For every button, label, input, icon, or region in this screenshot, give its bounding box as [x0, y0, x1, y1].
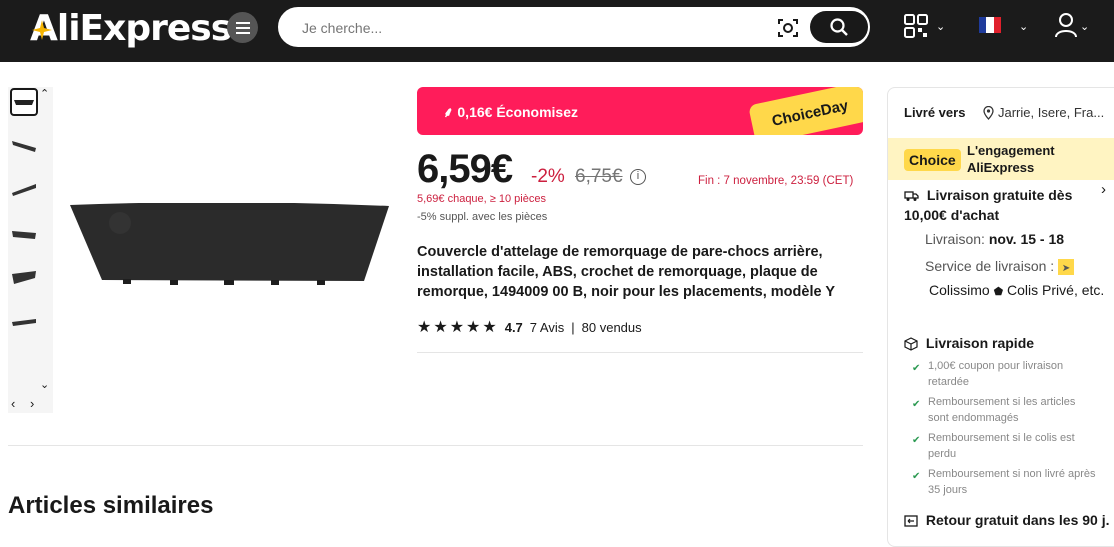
location-pin-icon — [983, 105, 994, 120]
similar-items-heading: Articles similaires — [8, 492, 214, 519]
discount-tag-icon: ⸙ — [443, 104, 458, 120]
guarantee-item: 1,00€ coupon pour livraison retardée — [928, 360, 1064, 388]
current-price: 6,59€ — [417, 147, 513, 191]
thumbnail-6[interactable] — [10, 308, 38, 336]
guarantee-item: Remboursement si le colis est perdu — [928, 432, 1075, 460]
chevron-down-icon[interactable]: ⌄ — [1019, 20, 1028, 33]
user-account-icon[interactable] — [1054, 12, 1078, 38]
search-icon — [830, 18, 848, 36]
guarantee-item: Remboursement si non livré après 35 jour… — [928, 468, 1096, 496]
star-icon: ★ — [466, 319, 481, 336]
france-flag-icon[interactable] — [979, 17, 1001, 33]
check-icon: ✔ — [912, 435, 921, 446]
search-input[interactable] — [302, 17, 742, 39]
thumbnail-5[interactable] — [10, 264, 38, 292]
logo-star-icon — [32, 20, 52, 40]
free-return-row: Retour gratuit dans les 90 j. — [904, 510, 1110, 530]
check-icon: ✔ — [912, 471, 921, 482]
rating-stars: ★ ★ ★ ★ ★ — [417, 317, 499, 337]
info-icon[interactable]: i — [630, 169, 646, 185]
discount-percent: -2% — [531, 166, 565, 187]
chevron-right-icon[interactable]: › — [30, 396, 34, 411]
rating-value: 4.7 — [504, 319, 523, 335]
hamburger-icon — [235, 21, 250, 34]
promo-text: ⸙ 0,16€ Économisez — [443, 104, 579, 120]
product-title: Couvercle d'attelage de remorquage de pa… — [417, 244, 835, 300]
bulk-price: 5,69€ chaque, ≥ 10 pièces — [417, 193, 546, 205]
thumbnail-1[interactable] — [10, 88, 38, 116]
thumbnail-strip: ⌃ ⌄ ‹ › — [8, 87, 53, 413]
choiceday-tag: ChoiceDay — [748, 87, 863, 135]
choice-engagement-band[interactable]: Choice L'engagement AliExpress — [888, 138, 1114, 180]
chevron-right-icon[interactable]: › — [1101, 181, 1106, 198]
shipping-panel: Livré vers Jarrie, Isere, Fra... Choice … — [887, 87, 1114, 547]
half-star-icon: ★ — [482, 319, 497, 336]
thumbnail-4[interactable] — [10, 220, 38, 248]
search-bar — [278, 7, 870, 47]
rating-separator: | — [571, 319, 575, 335]
chevron-down-icon[interactable]: ⌄ — [936, 20, 945, 33]
search-button[interactable] — [810, 11, 868, 43]
carrier-logo-icon: ➤ — [1058, 259, 1075, 276]
divider — [8, 445, 863, 446]
ship-to-label: Livré vers — [904, 105, 966, 120]
choice-engagement-text: L'engagement AliExpress — [967, 143, 1055, 175]
camera-search-icon[interactable] — [777, 17, 799, 39]
fast-delivery-title: Livraison rapide — [904, 333, 1034, 353]
check-icon: ✔ — [912, 363, 921, 374]
guarantee-item: Remboursement si les articles sont endom… — [928, 396, 1076, 424]
aliexpress-logo[interactable]: AliExpress — [30, 8, 232, 49]
top-header: AliExpress ⌄ ⌄ ⌄ — [0, 0, 1114, 62]
chevron-up-icon[interactable]: ⌃ — [40, 87, 49, 100]
menu-button[interactable] — [227, 12, 258, 43]
delivery-service-row: Service de livraison : ➤ — [925, 256, 1075, 276]
choice-badge: Choice — [904, 149, 961, 171]
star-icon: ★ — [449, 319, 465, 336]
return-box-icon — [904, 515, 918, 527]
reviews-link[interactable]: 7 Avis — [530, 320, 564, 335]
carriers-row: Colissimo ⬟ Colis Privé, etc. — [929, 282, 1105, 298]
box-icon — [904, 337, 918, 351]
delivery-date-row: Livraison: nov. 15 - 18 — [925, 231, 1065, 247]
qr-code-icon[interactable] — [904, 14, 928, 38]
rating-row: ★ ★ ★ ★ ★ 4.7 7 Avis | 80 vendus — [417, 317, 642, 337]
extra-discount: -5% suppl. avec les pièces — [417, 211, 548, 223]
ship-to-location[interactable]: Jarrie, Isere, Fra... — [983, 105, 1104, 120]
star-icon: ★ — [433, 319, 448, 336]
thumbnail-2[interactable] — [10, 132, 38, 160]
chevron-left-icon[interactable]: ‹ — [11, 396, 15, 411]
chevron-down-icon[interactable]: ⌄ — [1080, 20, 1089, 33]
divider — [417, 352, 863, 353]
star-icon: ★ — [417, 319, 432, 336]
promo-banner: ⸙ 0,16€ Économisez ChoiceDay — [417, 87, 863, 135]
check-icon: ✔ — [912, 399, 921, 410]
sold-count: 80 vendus — [581, 319, 642, 335]
thumbnail-3[interactable] — [10, 176, 38, 204]
promo-end-time: Fin : 7 novembre, 23:59 (CET) — [698, 175, 854, 187]
chevron-down-icon[interactable]: ⌄ — [40, 378, 49, 391]
free-delivery-row: Livraison gratuite dès 10,00€ d'achat — [904, 187, 1073, 223]
carrier-pin-icon: ⬟ — [993, 286, 1004, 298]
truck-icon — [904, 191, 919, 202]
product-main-image[interactable] — [68, 203, 392, 287]
original-price: 6,75€ — [575, 166, 623, 187]
